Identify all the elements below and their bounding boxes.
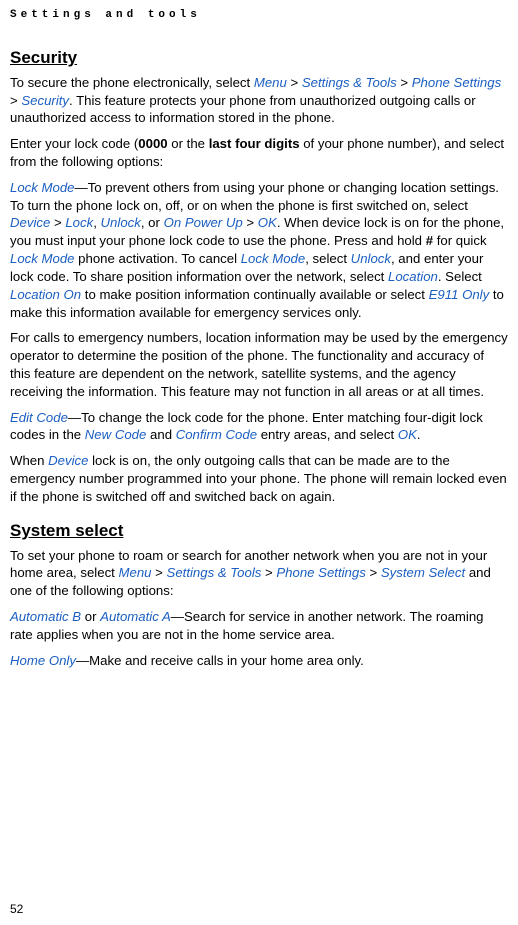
automatic-b-link: Automatic B — [10, 609, 81, 624]
unlock-link: Unlock — [101, 215, 141, 230]
e911-only-link: E911 Only — [429, 287, 490, 302]
lock-mode-paragraph: Lock Mode—To prevent others from using y… — [10, 179, 508, 322]
location-on-link: Location On — [10, 287, 81, 302]
ok-link-2: OK — [398, 427, 417, 442]
system-select-link: System Select — [381, 565, 465, 580]
confirm-code-link: Confirm Code — [176, 427, 257, 442]
ok-link: OK — [258, 215, 277, 230]
device-link: Device — [10, 215, 50, 230]
edit-code-paragraph: Edit Code—To change the lock code for th… — [10, 409, 508, 445]
lock-mode-link-2: Lock Mode — [10, 251, 75, 266]
home-only-paragraph: Home Only—Make and receive calls in your… — [10, 652, 508, 670]
on-power-up-link: On Power Up — [164, 215, 243, 230]
menu-link-2: Menu — [119, 565, 152, 580]
phone-settings-link-2: Phone Settings — [276, 565, 365, 580]
security-link: Security — [21, 93, 69, 108]
page-number: 52 — [10, 901, 23, 917]
settings-tools-link-2: Settings & Tools — [167, 565, 262, 580]
home-only-link: Home Only — [10, 653, 76, 668]
phone-settings-link: Phone Settings — [412, 75, 501, 90]
lock-mode-link: Lock Mode — [10, 180, 75, 195]
running-header: Settings and tools — [10, 8, 508, 23]
device-link-2: Device — [48, 453, 88, 468]
security-heading: Security — [10, 47, 508, 70]
menu-link: Menu — [254, 75, 287, 90]
security-intro: To secure the phone electronically, sele… — [10, 74, 508, 127]
edit-code-link: Edit Code — [10, 410, 68, 425]
lock-mode-link-3: Lock Mode — [241, 251, 306, 266]
lock-link: Lock — [65, 215, 93, 230]
device-lock-paragraph: When Device lock is on, the only outgoin… — [10, 452, 508, 505]
lock-code-intro: Enter your lock code (0000 or the last f… — [10, 135, 508, 171]
system-select-heading: System select — [10, 520, 508, 543]
automatic-a-link: Automatic A — [100, 609, 171, 624]
location-link: Location — [388, 269, 438, 284]
unlock-link-2: Unlock — [351, 251, 391, 266]
settings-tools-link: Settings & Tools — [302, 75, 397, 90]
system-select-intro: To set your phone to roam or search for … — [10, 547, 508, 600]
emergency-info: For calls to emergency numbers, location… — [10, 329, 508, 400]
new-code-link: New Code — [85, 427, 147, 442]
automatic-paragraph: Automatic B or Automatic A—Search for se… — [10, 608, 508, 644]
